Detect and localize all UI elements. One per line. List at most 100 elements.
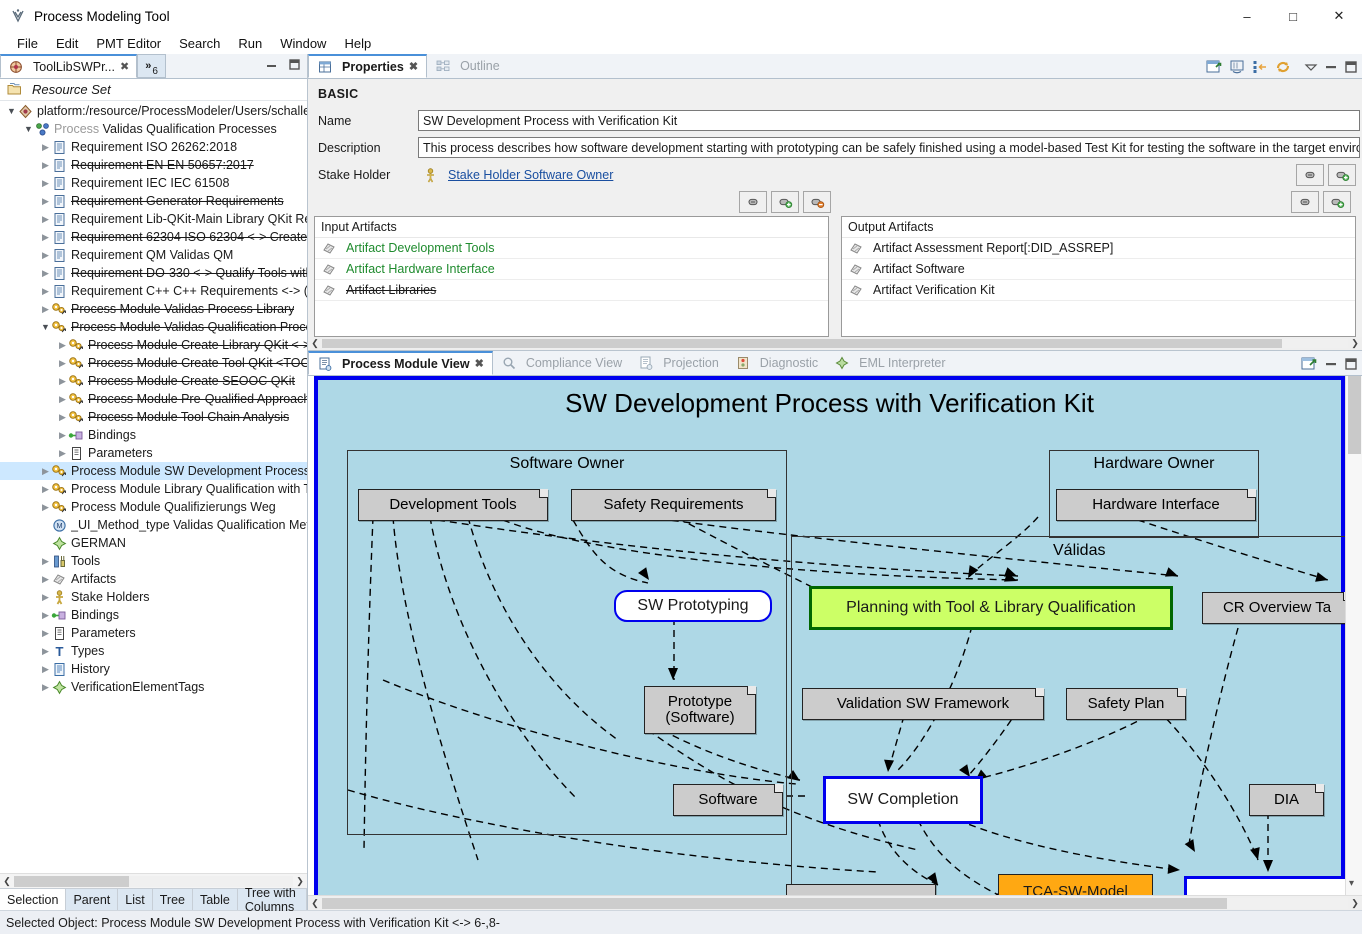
chevron-right-icon[interactable]: ▶ [57, 430, 68, 441]
scroll-track[interactable] [14, 875, 293, 887]
tab-diagnostic[interactable]: Diagnostic [727, 351, 826, 375]
chevron-right-icon[interactable]: ▶ [40, 484, 51, 495]
select-output-artifact-button[interactable] [1291, 191, 1319, 213]
diagram-horizontal-scrollbar[interactable]: ❮ ❯ [308, 895, 1362, 910]
chevron-right-icon[interactable]: ▶ [40, 502, 51, 513]
scroll-thumb[interactable] [322, 897, 1227, 909]
explorer-horizontal-scrollbar[interactable]: ❮ ❯ [0, 873, 307, 888]
refresh-icon[interactable] [1275, 59, 1292, 75]
tree-item[interactable]: ▼ Process Validas Qualification Processes [0, 120, 307, 138]
menu-file[interactable]: File [8, 34, 47, 53]
stakeholder-link[interactable]: Stake Holder Software Owner [448, 168, 613, 182]
artifact-list-item[interactable]: Artifact Hardware Interface [315, 259, 828, 280]
scroll-right-icon[interactable]: ❯ [1348, 898, 1362, 909]
chevron-right-icon[interactable]: ▶ [40, 142, 51, 153]
tree-item[interactable]: ▶ Process Module Create SEOOC QKit [0, 372, 307, 390]
tree-item[interactable]: ▶ Artifacts [0, 570, 307, 588]
chevron-right-icon[interactable]: ▶ [57, 394, 68, 405]
scroll-left-icon[interactable]: ❮ [308, 338, 322, 349]
diagram-editor[interactable]: SW Development Process with Verification… [308, 376, 1362, 910]
chevron-right-icon[interactable]: ▶ [40, 682, 51, 693]
tree-item[interactable]: ▶ Requirement IEC IEC 61508 [0, 174, 307, 192]
sw-prototyping-activity[interactable]: SW Prototyping [614, 590, 772, 622]
tree-item[interactable]: ▶ T Types [0, 642, 307, 660]
tree-item[interactable]: ▶ Requirement Generator Requirements [0, 192, 307, 210]
tree-item[interactable]: ▶ History [0, 660, 307, 678]
diagram-canvas-area[interactable]: SW Development Process with Verification… [308, 376, 1362, 895]
clipped-activity-node[interactable] [1184, 876, 1362, 895]
tree-item[interactable]: ▶ Parameters [0, 444, 307, 462]
new-editor-icon[interactable] [1301, 356, 1318, 372]
scroll-left-icon[interactable]: ❮ [308, 898, 322, 909]
menu-pmt-editor[interactable]: PMT Editor [87, 34, 170, 53]
tree-item[interactable]: GERMAN [0, 534, 307, 552]
add-stakeholder-button[interactable] [1328, 164, 1356, 186]
tree-item[interactable]: ▶ Process Module Tool Chain Analysis [0, 408, 307, 426]
tab-toollibswpr[interactable]: ToolLibSWPr... ✖ [0, 54, 138, 78]
chevron-right-icon[interactable]: ▶ [40, 610, 51, 621]
menu-window[interactable]: Window [271, 34, 335, 53]
chevron-right-icon[interactable]: ▶ [57, 376, 68, 387]
tree-item[interactable]: ▶ Bindings [0, 606, 307, 624]
planning-tool-library-qualification-activity[interactable]: Planning with Tool & Library Qualificati… [809, 586, 1173, 630]
tree-item[interactable]: ▶ Process Module SW Development Process v [0, 462, 307, 480]
chevron-right-icon[interactable]: ▶ [40, 646, 51, 657]
tree-item[interactable]: ▶ Process Module Pre-Qualified Approach [0, 390, 307, 408]
scroll-thumb[interactable] [322, 339, 1282, 348]
menu-search[interactable]: Search [170, 34, 229, 53]
bottom-tab-tree-with-columns[interactable]: Tree with Columns [237, 886, 307, 914]
model-tree[interactable]: ▼ platform:/resource/ProcessModeler/Users… [0, 101, 307, 873]
chevron-right-icon[interactable]: ▶ [40, 160, 51, 171]
validation-sw-framework-artifact[interactable]: Validation SW Framework [802, 688, 1044, 720]
tree-item[interactable]: ▶ Tools [0, 552, 307, 570]
chevron-right-icon[interactable]: ▶ [40, 196, 51, 207]
artifact-list-item[interactable]: Artifact Libraries [315, 280, 828, 301]
close-button[interactable]: ✕ [1316, 0, 1362, 32]
diagram-canvas[interactable]: SW Development Process with Verification… [308, 376, 1362, 895]
chevron-right-icon[interactable]: ▶ [40, 268, 51, 279]
close-icon[interactable]: ✖ [475, 357, 484, 370]
diagram-vertical-scrollbar[interactable]: ▾ [1345, 376, 1362, 895]
tree-item[interactable]: ▶ Stake Holders [0, 588, 307, 606]
tree-item[interactable]: ▶ Bindings [0, 426, 307, 444]
description-input[interactable]: This process describes how software deve… [418, 137, 1360, 158]
tree-item[interactable]: ▶ Requirement Lib-QKit-Main Library QKit … [0, 210, 307, 228]
menu-help[interactable]: Help [335, 34, 380, 53]
tab-process-module-view[interactable]: Process Module View ✖ [308, 351, 493, 375]
development-tools-artifact[interactable]: Development Tools [358, 489, 548, 521]
chevron-right-icon[interactable]: ▶ [40, 250, 51, 261]
chevron-right-icon[interactable]: ▶ [40, 286, 51, 297]
scroll-left-icon[interactable]: ❮ [0, 876, 14, 887]
bottom-tab-parent[interactable]: Parent [66, 889, 119, 910]
chevron-right-icon[interactable]: ▶ [40, 574, 51, 585]
menu-run[interactable]: Run [229, 34, 271, 53]
tree-item[interactable]: ▼ platform:/resource/ProcessModeler/Users… [0, 102, 307, 120]
bottom-tab-table[interactable]: Table [192, 889, 238, 910]
safety-requirements-artifact[interactable]: Safety Requirements [571, 489, 776, 521]
maximize-view-icon[interactable] [1344, 60, 1358, 74]
chevron-down-icon[interactable]: ▼ [6, 106, 17, 116]
chevron-down-icon[interactable]: ▼ [23, 124, 34, 134]
properties-horizontal-scrollbar[interactable]: ❮ ❯ [308, 337, 1362, 350]
dia-artifact[interactable]: DIA [1249, 784, 1324, 816]
scroll-right-icon[interactable]: ❯ [1348, 338, 1362, 349]
tree-item[interactable]: ▶ Process Module Qualifizierungs Weg [0, 498, 307, 516]
input-artifacts-box[interactable]: Input Artifacts Artifact Development Too… [314, 216, 829, 337]
artifact-list-item[interactable]: Artifact Assessment Report[:DID_ASSREP] [842, 238, 1355, 259]
chevron-right-icon[interactable]: ▶ [40, 232, 51, 243]
chevron-right-icon[interactable]: ▶ [40, 466, 51, 477]
sw-completion-activity[interactable]: SW Completion [823, 776, 983, 824]
software-artifact[interactable]: Software [673, 784, 783, 816]
tree-item[interactable]: ▶ Process Module Validas Process Library [0, 300, 307, 318]
artifact-list-item[interactable]: Artifact Software [842, 259, 1355, 280]
scroll-track[interactable] [322, 897, 1348, 909]
artifact-list-item[interactable]: Artifact Development Tools [315, 238, 828, 259]
maximize-button[interactable]: □ [1270, 0, 1316, 32]
output-artifacts-box[interactable]: Output Artifacts Artifact Assessment Rep… [841, 216, 1356, 337]
bottom-tab-selection[interactable]: Selection [0, 889, 67, 910]
minimize-view-icon[interactable] [1324, 357, 1338, 371]
tree-item[interactable]: ▶ Requirement C++ C++ Requirements <-> ( [0, 282, 307, 300]
select-stakeholder-button[interactable] [1296, 164, 1324, 186]
chevron-right-icon[interactable]: ▶ [57, 448, 68, 459]
tab-outline[interactable]: Outline [427, 54, 508, 78]
